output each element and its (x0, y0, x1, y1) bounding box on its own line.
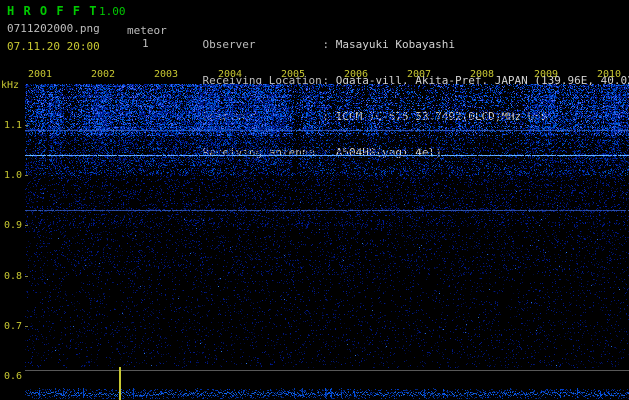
x-tick-label: 2007 (407, 69, 431, 80)
y-tick-label: 0.8 (0, 271, 22, 282)
x-tick-label: 2009 (534, 69, 558, 80)
y-tick-label: 0.6 (0, 371, 22, 382)
datetime-label: 07.11.20 20:00 (7, 40, 100, 53)
app-title: H R O F F T (7, 4, 97, 18)
x-tick-label: 2001 (28, 69, 52, 80)
info-separator: : (323, 38, 336, 51)
info-row-location: Receiving Location: Ogata-vill. Akita-Pr… (176, 63, 629, 75)
mode-count: 1 (142, 37, 149, 50)
event-marker-line (119, 367, 121, 400)
y-tick-label: 1.0 (0, 170, 22, 181)
mode-label: meteor (127, 24, 167, 37)
y-axis-unit: kHz (1, 80, 19, 91)
output-filename: 0711202000.png (7, 22, 100, 35)
x-tick-label: 2004 (218, 69, 242, 80)
spectrogram-canvas (25, 84, 629, 368)
info-value: Masayuki Kobayashi (336, 38, 455, 51)
x-tick-label: 2002 (91, 69, 115, 80)
hrofft-output-screen: { "header": { "app_title": "H R O F F T"… (0, 0, 629, 400)
y-tick-label: 1.1 (0, 120, 22, 131)
x-tick-label: 2005 (281, 69, 305, 80)
signal-level-canvas (25, 386, 629, 400)
y-tick-label: 0.9 (0, 220, 22, 231)
info-row-observer: Observer: Masayuki Kobayashi (176, 27, 629, 39)
level-strip-baseline (25, 370, 629, 371)
app-version: 1.00 (99, 5, 126, 18)
x-tick-label: 2010 (597, 69, 621, 80)
x-tick-label: 2008 (470, 69, 494, 80)
x-tick-label: 2006 (344, 69, 368, 80)
x-tick-label: 2003 (154, 69, 178, 80)
y-tick-label: 0.7 (0, 321, 22, 332)
info-label: Observer (203, 39, 323, 51)
